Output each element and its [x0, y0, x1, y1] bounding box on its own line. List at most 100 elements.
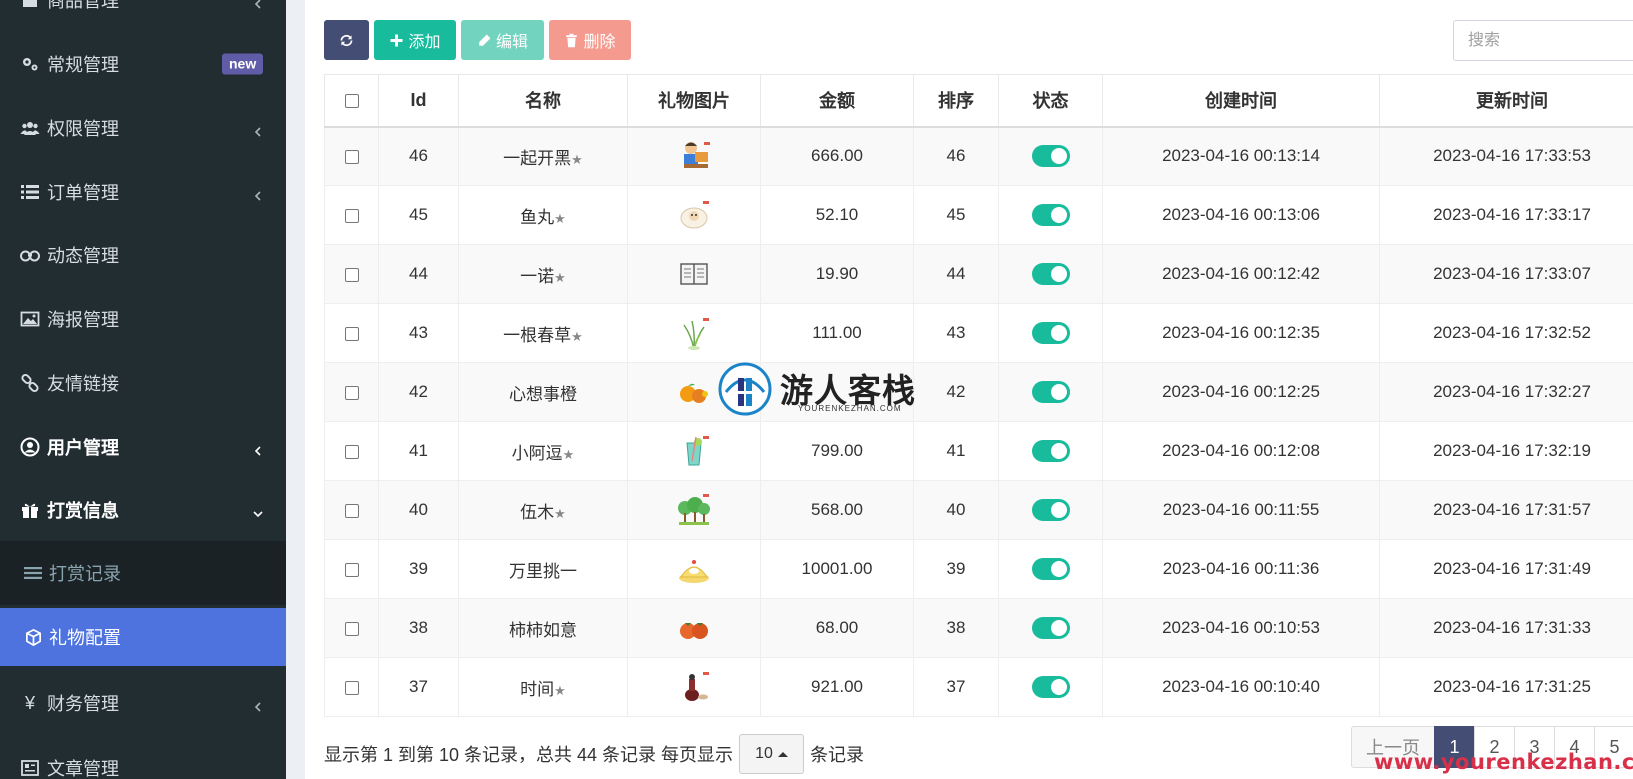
gift-name: 万里挑一 — [509, 561, 577, 581]
status-toggle[interactable] — [1031, 145, 1070, 168]
column-header-updated[interactable]: 更新时间 — [1379, 74, 1633, 128]
sidebar-item-reward-records[interactable]: 打赏记录 — [0, 545, 286, 601]
select-all-cell — [324, 74, 379, 128]
refresh-button[interactable] — [324, 20, 369, 60]
sidebar-item-posters[interactable]: 海报管理 — [0, 291, 286, 347]
cell-name: 时间★ — [458, 657, 628, 717]
search-input[interactable] — [1453, 20, 1633, 61]
gift-image[interactable] — [676, 315, 712, 351]
table-row[interactable]: 41 小阿逗★ 799.00 41 2023-04-16 00:12:08 2023-04… — [324, 421, 1633, 481]
gift-image[interactable] — [676, 551, 712, 587]
column-header-image: 礼物图片 — [627, 74, 761, 128]
cube-icon — [22, 626, 44, 648]
column-header-id[interactable]: Id — [378, 74, 459, 128]
sidebar-item-orders[interactable]: 订单管理 — [0, 164, 286, 220]
cell-status — [998, 303, 1103, 363]
cell-status — [998, 480, 1103, 540]
bars-icon — [22, 562, 44, 584]
table-row[interactable]: 37 时间★ 921.00 37 2023-04-16 00:10:40 2023-04-… — [324, 657, 1633, 717]
cell-created: 2023-04-16 00:11:55 — [1102, 480, 1380, 540]
sidebar-item-permission[interactable]: 权限管理 — [0, 100, 286, 156]
sidebar-item-label: 打赏信息 — [47, 501, 119, 521]
sidebar-item-rewards[interactable]: 打赏信息 — [0, 482, 286, 538]
add-button[interactable]: 添加 — [374, 20, 456, 60]
column-header-name[interactable]: 名称 — [458, 74, 628, 128]
image-icon — [19, 308, 41, 330]
sidebar-item-users[interactable]: 用户管理 — [0, 419, 286, 475]
cell-updated: 2023-04-16 17:32:52 — [1379, 303, 1633, 363]
row-checkbox[interactable] — [344, 621, 359, 636]
sidebar-item-goods[interactable]: 商品管理 — [0, 0, 286, 28]
cell-sort: 37 — [913, 657, 999, 717]
cell-sort: 44 — [913, 244, 999, 304]
sidebar-item-finance[interactable]: ¥ 财务管理 — [0, 675, 286, 731]
page-size-select[interactable]: 10 — [739, 734, 805, 774]
status-toggle[interactable] — [1031, 204, 1070, 226]
gift-image[interactable] — [676, 492, 712, 528]
table-row[interactable]: 43 一根春草★ 111.00 43 2023-04-16 00:12:35 2023-0… — [324, 303, 1633, 363]
status-toggle[interactable] — [1031, 381, 1070, 403]
edit-button-label: 编辑 — [495, 34, 528, 51]
column-header-created[interactable]: 创建时间 — [1102, 74, 1380, 128]
table-row[interactable]: 38 柿柿如意 68.00 38 2023-04-16 00:10:53 2023-04-… — [324, 598, 1633, 658]
status-toggle[interactable] — [1031, 263, 1070, 285]
status-toggle[interactable] — [1031, 499, 1070, 521]
row-checkbox-cell — [324, 126, 379, 186]
table-header-row: Id 名称 礼物图片 金额 排序 状态 创建时间 更新时间 — [324, 74, 1633, 128]
gift-image[interactable] — [676, 138, 712, 174]
row-checkbox[interactable] — [344, 385, 359, 400]
status-toggle[interactable] — [1031, 617, 1070, 639]
row-checkbox[interactable] — [344, 267, 359, 282]
table-row[interactable]: 39 万里挑一 10001.00 39 2023-04-16 00:11:36 2023-… — [324, 539, 1633, 599]
edit-button[interactable]: 编辑 — [461, 20, 544, 60]
row-checkbox[interactable] — [344, 680, 359, 695]
gift-image[interactable] — [676, 610, 712, 646]
row-checkbox[interactable] — [344, 326, 359, 341]
cell-image — [627, 657, 761, 717]
gift-image[interactable] — [676, 374, 712, 410]
select-all-checkbox[interactable] — [344, 94, 359, 108]
status-toggle[interactable] — [1031, 440, 1070, 462]
table-row[interactable]: 42 心想事橙 42 2023-04-16 00:12:25 2023-04-16 17… — [324, 362, 1633, 422]
sidebar-item-articles[interactable]: 文章管理 — [0, 740, 286, 779]
cell-updated: 2023-04-16 17:33:53 — [1379, 126, 1633, 186]
status-toggle[interactable] — [1031, 558, 1070, 580]
watermark-logo — [718, 362, 772, 416]
pencil-icon — [479, 34, 491, 46]
table-row[interactable]: 46 一起开黑★ 666.00 46 2023-04-16 00:13:14 2023-0… — [324, 126, 1633, 186]
gift-image[interactable] — [676, 669, 712, 705]
cell-price: 111.00 — [760, 303, 914, 363]
table-row[interactable]: 40 伍木★ 568.00 40 2023-04-16 00:11:55 2023-04-… — [324, 480, 1633, 540]
sidebar-item-general[interactable]: 常规管理 new — [0, 36, 286, 92]
row-checkbox[interactable] — [344, 503, 359, 518]
sidebar-item-label: 礼物配置 — [49, 628, 121, 648]
sidebar-item-gift-config[interactable]: 礼物配置 — [0, 608, 286, 666]
gift-image[interactable] — [676, 433, 712, 469]
cell-updated: 2023-04-16 17:33:17 — [1379, 185, 1633, 245]
sidebar-item-label: 商品管理 — [47, 0, 119, 11]
row-checkbox[interactable] — [344, 149, 359, 164]
row-checkbox[interactable] — [344, 208, 359, 223]
row-checkbox[interactable] — [344, 562, 359, 577]
cell-created: 2023-04-16 00:13:06 — [1102, 185, 1380, 245]
cell-created: 2023-04-16 00:10:40 — [1102, 657, 1380, 717]
watermark-subtitle: YOURENKEZHAN.COM — [798, 404, 902, 413]
column-header-sort[interactable]: 排序 — [913, 74, 999, 128]
row-checkbox[interactable] — [344, 444, 359, 459]
status-toggle[interactable] — [1031, 676, 1070, 698]
chevron-left-icon — [252, 122, 264, 137]
gift-image[interactable] — [676, 197, 712, 233]
gift-name: 一诺 — [520, 266, 555, 286]
status-toggle[interactable] — [1031, 322, 1070, 344]
delete-button[interactable]: 删除 — [549, 20, 631, 60]
cell-name: 一根春草★ — [458, 303, 628, 363]
sidebar-item-moments[interactable]: 动态管理 — [0, 227, 286, 283]
cell-created: 2023-04-16 00:12:35 — [1102, 303, 1380, 363]
table-row[interactable]: 44 一诺★ 19.90 44 2023-04-16 00:12:42 2023-04-1… — [324, 244, 1633, 304]
cell-name: 小阿逗★ — [458, 421, 628, 481]
sidebar-item-links[interactable]: 友情链接 — [0, 355, 286, 411]
gift-image[interactable] — [676, 256, 712, 292]
column-header-price[interactable]: 金额 — [760, 74, 914, 128]
cell-sort: 38 — [913, 598, 999, 658]
table-row[interactable]: 45 鱼丸★ 52.10 45 2023-04-16 00:13:06 2023-04-1… — [324, 185, 1633, 245]
